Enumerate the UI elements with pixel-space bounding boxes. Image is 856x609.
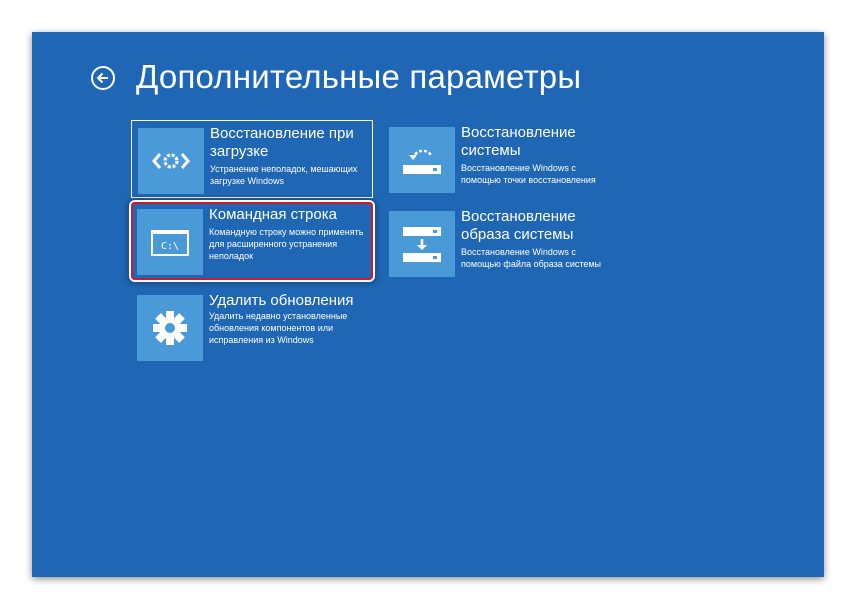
option-title: Восстановление при загрузке: [210, 125, 354, 160]
recovery-screen: Дополнительные параметры Восстановление …: [32, 32, 824, 577]
option-title: Восстановление образа системы: [461, 208, 576, 243]
back-button[interactable]: [91, 66, 115, 90]
code-brackets-gear-icon: [152, 153, 190, 169]
system-restore-option[interactable]: Восстановление системы Восстановление Wi…: [383, 120, 625, 198]
option-description: Удалить недавно установленные обновления…: [209, 311, 348, 345]
uninstall-updates-icon-box: [137, 295, 203, 361]
gear-icon: [153, 311, 187, 345]
option-description: Восстановление Windows с помощью точки в…: [461, 163, 596, 185]
option-description: Устранение неполадок, мешающих загрузке …: [210, 164, 358, 186]
restore-point-icon: [403, 149, 441, 174]
system-image-recovery-option[interactable]: Восстановление образа системы Восстановл…: [383, 204, 625, 282]
uninstall-updates-option[interactable]: Удалить обновления Удалить недавно устан…: [131, 288, 373, 366]
page-title: Дополнительные параметры: [136, 58, 582, 95]
command-prompt-icon: C:\: [151, 230, 189, 256]
option-description: Командную строку можно применять для рас…: [209, 227, 364, 261]
system-image-icon: [403, 227, 441, 262]
system-image-icon-box: [389, 211, 455, 277]
option-title: Удалить обновления: [209, 292, 354, 309]
command-prompt-option[interactable]: C:\ Командная строка Командную строку мо…: [131, 202, 373, 280]
option-description: Восстановление Windows с помощью файла о…: [461, 247, 602, 269]
system-restore-icon-box: [389, 127, 455, 193]
back-arrow-icon: [96, 72, 108, 84]
option-title: Командная строка: [209, 206, 337, 223]
startup-repair-option[interactable]: Восстановление при загрузке Устранение н…: [131, 120, 373, 198]
svg-text:C:\: C:\: [161, 241, 179, 252]
option-title: Восстановление системы: [461, 124, 576, 159]
startup-repair-icon-box: [138, 128, 204, 194]
command-prompt-icon-box: C:\: [137, 209, 203, 275]
